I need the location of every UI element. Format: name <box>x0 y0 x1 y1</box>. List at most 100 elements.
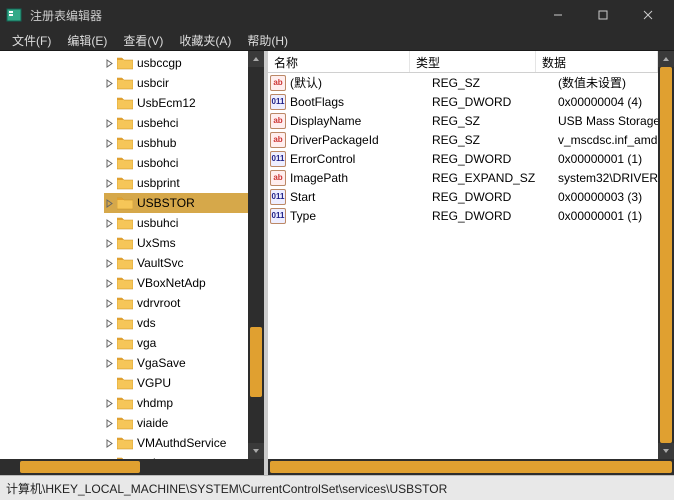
menu-bar: 文件(F) 编辑(E) 查看(V) 收藏夹(A) 帮助(H) <box>0 30 674 51</box>
list-row[interactable]: 011StartREG_DWORD0x00000003 (3) <box>268 187 658 206</box>
expand-icon[interactable] <box>104 318 115 329</box>
menu-favorites[interactable]: 收藏夹(A) <box>171 30 239 51</box>
tree-item-label: VGPU <box>137 376 171 390</box>
expand-icon[interactable] <box>104 178 115 189</box>
string-value-icon: ab <box>270 170 286 186</box>
status-path: 计算机\HKEY_LOCAL_MACHINE\SYSTEM\CurrentCon… <box>6 480 447 497</box>
expand-icon[interactable] <box>104 438 115 449</box>
tree-item-label: usbcir <box>137 76 169 90</box>
expand-icon[interactable] <box>104 138 115 149</box>
menu-help[interactable]: 帮助(H) <box>239 30 296 51</box>
tree-item-label: vhdmp <box>137 396 173 410</box>
scroll-down-icon[interactable] <box>248 443 264 459</box>
tree-item[interactable]: UxSms <box>104 233 248 253</box>
scrollbar-thumb[interactable] <box>660 67 672 443</box>
tree-item[interactable]: usbhub <box>104 133 248 153</box>
list-pane: 名称 类型 数据 ab(默认)REG_SZ(数值未设置)011BootFlags… <box>268 51 674 475</box>
tree-item[interactable]: viaide <box>104 413 248 433</box>
tree-item[interactable]: VgaSave <box>104 353 248 373</box>
expand-icon[interactable] <box>104 78 115 89</box>
value-data: system32\DRIVERS\US <box>558 171 658 185</box>
scrollbar-thumb[interactable] <box>20 461 140 473</box>
tree-horizontal-scrollbar[interactable] <box>0 459 264 475</box>
expand-icon[interactable] <box>104 198 115 209</box>
scrollbar-thumb[interactable] <box>250 327 262 397</box>
tree-vertical-scrollbar[interactable] <box>248 51 264 459</box>
expand-icon[interactable] <box>104 218 115 229</box>
tree-item[interactable]: usbccgp <box>104 53 248 73</box>
list-row[interactable]: 011ErrorControlREG_DWORD0x00000001 (1) <box>268 149 658 168</box>
list-row[interactable]: ab ImagePathREG_EXPAND_SZsystem32\DRIVERS… <box>268 168 658 187</box>
list-row[interactable]: ab(默认)REG_SZ(数值未设置) <box>268 73 658 92</box>
menu-file[interactable]: 文件(F) <box>4 30 59 51</box>
value-data: 0x00000001 (1) <box>558 209 658 223</box>
expand-icon[interactable] <box>104 338 115 349</box>
tree-item[interactable]: VaultSvc <box>104 253 248 273</box>
tree-item[interactable]: VGPU <box>104 373 248 393</box>
tree-item-label: usbhub <box>137 136 176 150</box>
tree-item-label: VaultSvc <box>137 256 183 270</box>
list-vertical-scrollbar[interactable] <box>658 51 674 459</box>
maximize-button[interactable] <box>580 0 625 30</box>
expand-icon[interactable] <box>104 258 115 269</box>
tree-item[interactable]: vga <box>104 333 248 353</box>
expand-icon[interactable] <box>104 118 115 129</box>
value-type: REG_DWORD <box>432 209 558 223</box>
expand-icon[interactable] <box>104 418 115 429</box>
value-data: 0x00000004 (4) <box>558 95 658 109</box>
expand-icon[interactable] <box>104 358 115 369</box>
tree-item[interactable]: vdrvroot <box>104 293 248 313</box>
scroll-up-icon[interactable] <box>248 51 264 67</box>
tree-item[interactable]: usbuhci <box>104 213 248 233</box>
tree-item[interactable]: USBSTOR <box>104 193 248 213</box>
expand-icon[interactable] <box>104 58 115 69</box>
value-type: REG_EXPAND_SZ <box>432 171 558 185</box>
value-name: DriverPackageId <box>290 133 432 147</box>
expand-icon[interactable] <box>104 98 115 109</box>
tree-view[interactable]: usbccgp usbcir UsbEcm12usbehci usbhub usbohc… <box>0 51 248 459</box>
menu-edit[interactable]: 编辑(E) <box>59 30 115 51</box>
scroll-down-icon[interactable] <box>658 443 674 459</box>
expand-icon[interactable] <box>104 398 115 409</box>
list-horizontal-scrollbar[interactable] <box>268 459 674 475</box>
expand-icon[interactable] <box>104 298 115 309</box>
tree-item[interactable]: usbohci <box>104 153 248 173</box>
tree-item[interactable]: VBoxNetAdp <box>104 273 248 293</box>
tree-item[interactable]: usbprint <box>104 173 248 193</box>
tree-item[interactable]: usbehci <box>104 113 248 133</box>
tree-item[interactable]: usbcir <box>104 73 248 93</box>
tree-item[interactable]: vhdmp <box>104 393 248 413</box>
scroll-up-icon[interactable] <box>658 51 674 67</box>
column-header-name[interactable]: 名称 <box>268 51 410 72</box>
scrollbar-thumb[interactable] <box>270 461 672 473</box>
list-row[interactable]: 011TypeREG_DWORD0x00000001 (1) <box>268 206 658 225</box>
value-type: REG_SZ <box>432 76 558 90</box>
list-row[interactable]: abDisplayNameREG_SZUSB Mass Storage Driv <box>268 111 658 130</box>
list-row[interactable]: 011BootFlagsREG_DWORD0x00000004 (4) <box>268 92 658 111</box>
minimize-button[interactable] <box>535 0 580 30</box>
tree-item[interactable]: VMAuthdService <box>104 433 248 453</box>
list-view[interactable]: ab(默认)REG_SZ(数值未设置)011BootFlagsREG_DWORD… <box>268 73 658 459</box>
menu-view[interactable]: 查看(V) <box>115 30 171 51</box>
tree-item-label: usbprint <box>137 176 180 190</box>
value-name: ImagePath <box>290 171 432 185</box>
close-button[interactable] <box>625 0 670 30</box>
expand-icon[interactable] <box>104 278 115 289</box>
list-row[interactable]: abDriverPackageIdREG_SZv_mscdsc.inf_amd6… <box>268 130 658 149</box>
value-name: DisplayName <box>290 114 432 128</box>
tree-item-label: VBoxNetAdp <box>137 276 206 290</box>
value-type: REG_SZ <box>432 114 558 128</box>
expand-icon[interactable] <box>104 238 115 249</box>
value-name: Start <box>290 190 432 204</box>
column-header-data[interactable]: 数据 <box>536 51 658 72</box>
expand-icon[interactable] <box>104 158 115 169</box>
tree-item[interactable]: UsbEcm12 <box>104 93 248 113</box>
binary-value-icon: 011 <box>270 94 286 110</box>
column-header-type[interactable]: 类型 <box>410 51 536 72</box>
value-data: 0x00000001 (1) <box>558 152 658 166</box>
tree-item-label: vds <box>137 316 156 330</box>
value-name: Type <box>290 209 432 223</box>
tree-item[interactable]: vds <box>104 313 248 333</box>
expand-icon[interactable] <box>104 378 115 389</box>
tree-item-label: vga <box>137 336 156 350</box>
